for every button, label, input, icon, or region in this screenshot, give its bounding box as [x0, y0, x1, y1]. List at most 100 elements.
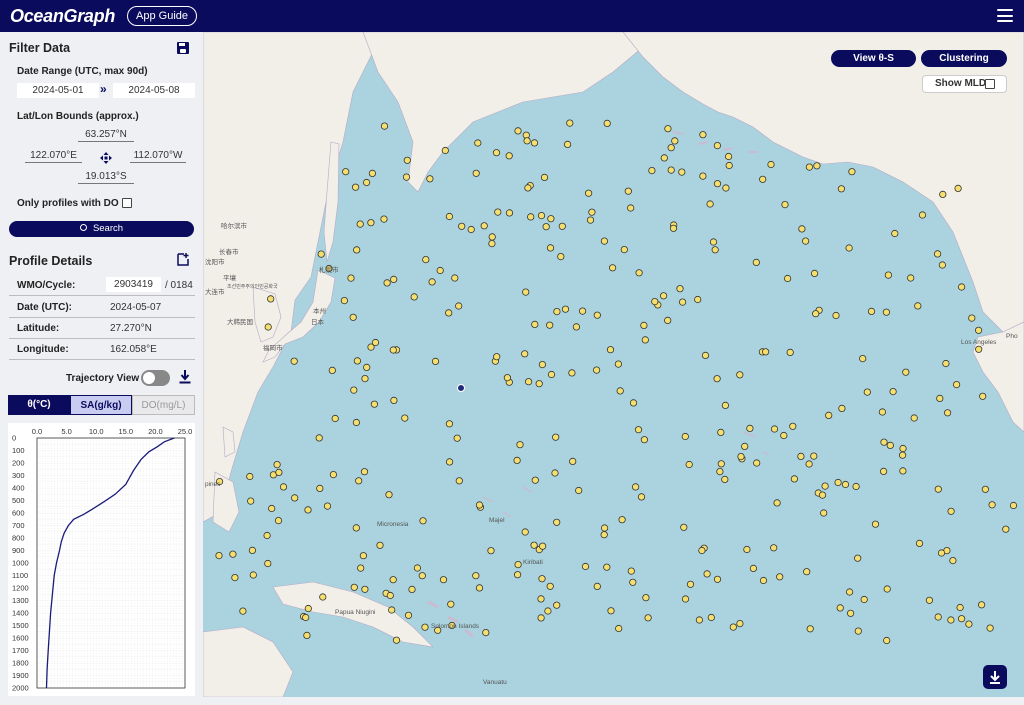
float-marker[interactable] [426, 175, 434, 183]
float-marker[interactable] [660, 154, 668, 162]
float-marker[interactable] [845, 244, 853, 252]
float-marker[interactable] [871, 520, 880, 528]
float-marker[interactable] [825, 411, 833, 419]
float-marker[interactable] [347, 274, 355, 282]
float-marker[interactable] [902, 368, 910, 376]
float-marker[interactable] [880, 438, 888, 446]
float-marker[interactable] [546, 321, 554, 329]
float-marker[interactable] [569, 457, 577, 465]
float-marker[interactable] [783, 274, 792, 283]
float-marker[interactable] [637, 493, 646, 501]
float-marker[interactable] [380, 215, 388, 223]
float-marker[interactable] [357, 564, 365, 572]
float-marker[interactable] [882, 308, 891, 316]
map-download-button[interactable] [983, 665, 1007, 689]
float-marker[interactable] [588, 208, 596, 216]
float-marker[interactable] [664, 125, 672, 133]
float-marker[interactable] [770, 425, 779, 433]
float-marker[interactable] [360, 468, 369, 476]
float-marker[interactable] [249, 571, 257, 579]
float-marker[interactable] [841, 480, 850, 489]
float-marker[interactable] [615, 624, 623, 633]
float-marker[interactable] [713, 180, 722, 188]
float-marker[interactable] [523, 137, 531, 145]
float-marker[interactable] [231, 573, 239, 582]
float-marker[interactable] [664, 316, 672, 324]
float-marker[interactable] [521, 528, 529, 536]
float-marker[interactable] [713, 142, 722, 150]
float-marker[interactable] [494, 208, 502, 216]
float-marker[interactable] [914, 302, 922, 310]
float-marker[interactable] [472, 169, 480, 177]
float-marker[interactable] [722, 184, 730, 192]
float-marker[interactable] [686, 580, 695, 588]
float-marker[interactable] [786, 348, 794, 356]
map-canvas[interactable]: 札幌市 日本 本州 福岡市 哈尔滨市 长春市 沈阳市 大连市 平壤 조선민주주의… [203, 32, 1024, 697]
float-marker[interactable] [538, 360, 546, 369]
show-mld-control[interactable]: Show MLD [922, 75, 1007, 93]
float-marker[interactable] [671, 137, 679, 145]
float-marker[interactable] [514, 127, 522, 135]
float-marker[interactable] [974, 326, 983, 334]
float-marker[interactable] [392, 636, 401, 644]
float-marker[interactable] [949, 556, 957, 565]
float-marker[interactable] [593, 311, 601, 319]
float-marker[interactable] [503, 374, 511, 382]
float-marker[interactable] [359, 552, 367, 560]
float-marker[interactable] [553, 307, 561, 316]
float-marker[interactable] [363, 178, 371, 187]
float-marker[interactable] [717, 460, 725, 468]
float-marker[interactable] [356, 220, 364, 228]
float-marker[interactable] [368, 169, 376, 177]
float-marker[interactable] [537, 595, 545, 603]
float-marker[interactable] [685, 460, 693, 469]
float-marker[interactable] [513, 571, 522, 579]
float-marker[interactable] [681, 432, 689, 441]
float-marker[interactable] [524, 184, 532, 192]
float-marker[interactable] [899, 444, 907, 453]
float-marker[interactable] [530, 139, 539, 147]
trajectory-view-toggle[interactable] [141, 370, 170, 386]
float-marker[interactable] [578, 307, 587, 315]
float-marker[interactable] [820, 509, 828, 517]
float-marker[interactable] [603, 119, 611, 128]
save-icon[interactable] [177, 42, 189, 54]
float-marker[interactable] [934, 613, 942, 621]
float-marker[interactable] [317, 250, 325, 258]
float-marker[interactable] [721, 401, 730, 409]
float-marker[interactable] [759, 175, 767, 183]
float-marker[interactable] [482, 628, 490, 637]
float-marker[interactable] [488, 233, 496, 241]
float-marker[interactable] [553, 518, 561, 526]
float-marker[interactable] [353, 357, 361, 365]
float-marker[interactable] [455, 302, 463, 310]
float-marker[interactable] [952, 380, 961, 389]
float-marker[interactable] [667, 144, 675, 152]
float-marker[interactable] [558, 222, 566, 230]
float-marker[interactable] [676, 285, 684, 293]
float-marker[interactable] [635, 269, 643, 277]
download-icon[interactable] [179, 370, 191, 384]
float-marker[interactable] [956, 603, 964, 612]
float-marker[interactable] [572, 323, 580, 331]
selected-float-marker[interactable] [457, 384, 465, 392]
float-marker[interactable] [600, 237, 608, 245]
float-marker[interactable] [388, 606, 396, 614]
float-marker[interactable] [542, 223, 550, 231]
float-marker[interactable] [878, 408, 887, 416]
float-marker[interactable] [680, 523, 688, 531]
float-marker[interactable] [447, 600, 455, 608]
float-marker[interactable] [907, 274, 915, 282]
float-marker[interactable] [264, 323, 272, 331]
float-marker[interactable] [934, 485, 942, 493]
float-marker[interactable] [965, 620, 973, 628]
float-marker[interactable] [780, 431, 788, 440]
float-marker[interactable] [968, 314, 976, 322]
float-marker[interactable] [215, 551, 223, 560]
float-marker[interactable] [480, 222, 488, 230]
float-marker[interactable] [801, 237, 810, 245]
float-marker[interactable] [445, 309, 453, 317]
float-marker[interactable] [428, 278, 436, 286]
float-marker[interactable] [618, 516, 626, 524]
float-marker[interactable] [707, 613, 715, 622]
